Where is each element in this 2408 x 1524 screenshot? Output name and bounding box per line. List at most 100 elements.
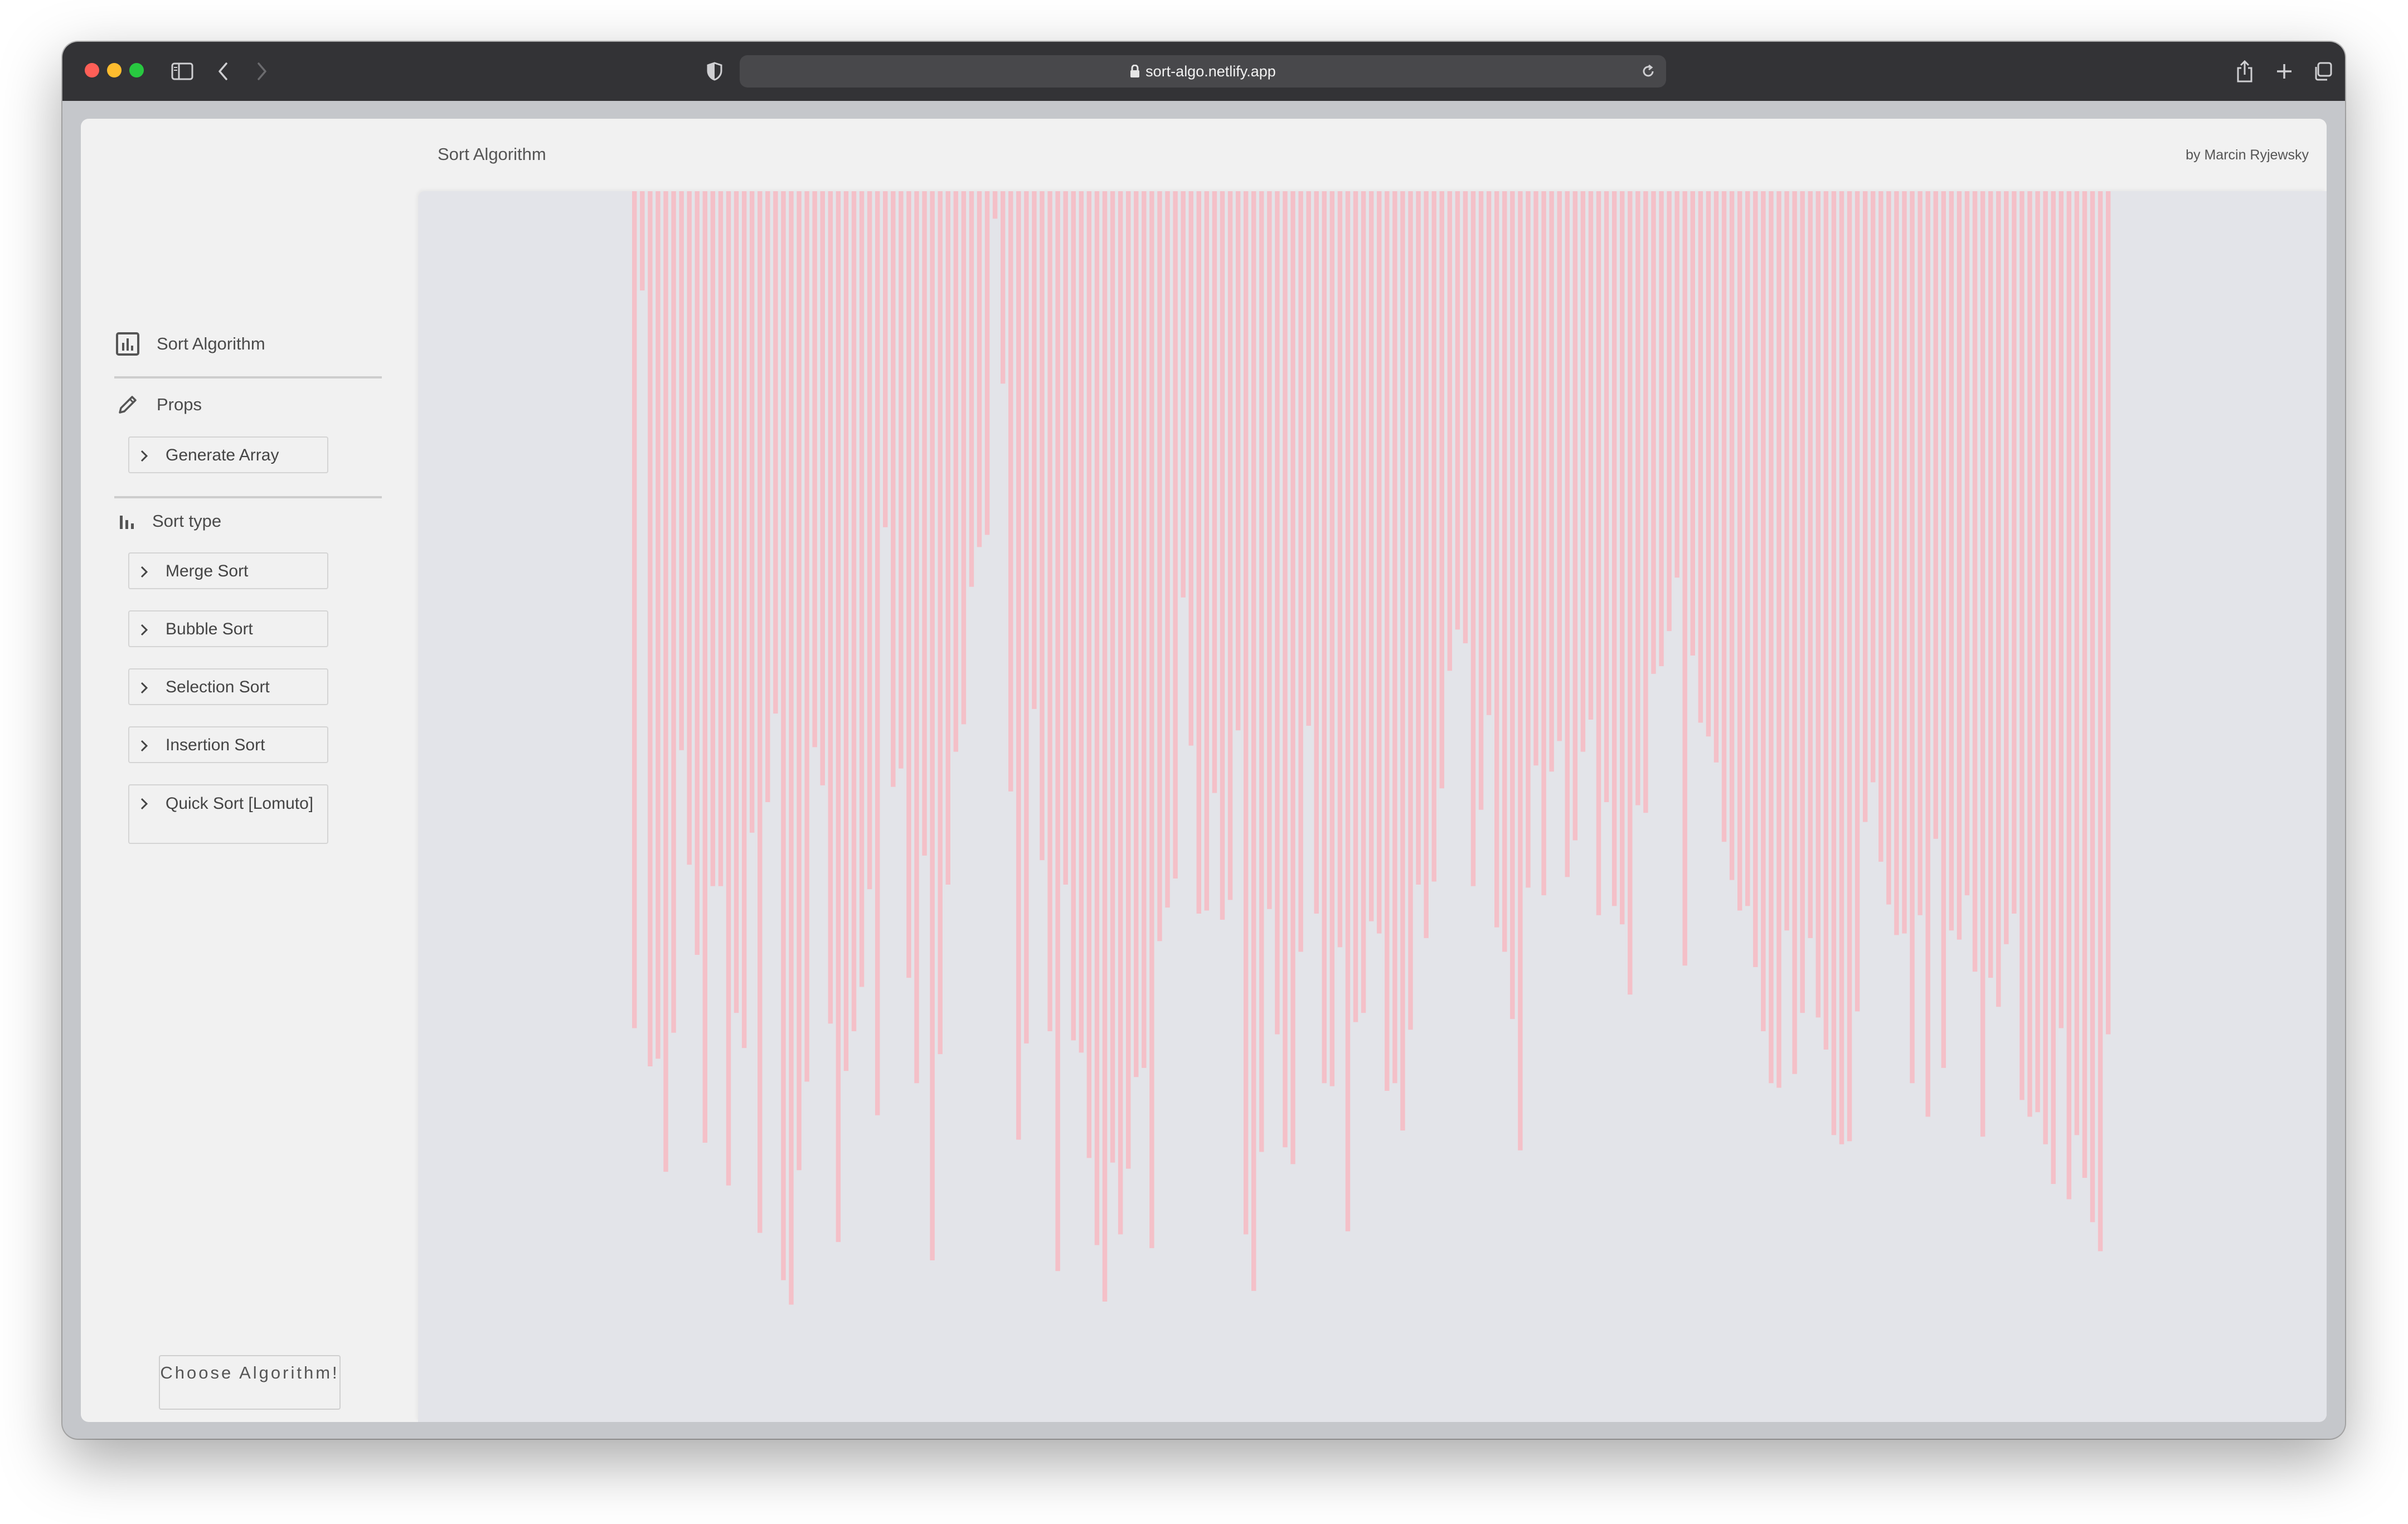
array-bar (1611, 191, 1617, 906)
array-bar (1949, 191, 1954, 931)
array-bar (1588, 191, 1594, 720)
browser-titlebar: sort-algo.netlify.app (62, 42, 2345, 101)
array-bar (1055, 191, 1060, 1271)
array-bar (1526, 191, 1531, 888)
array-bar (640, 191, 645, 291)
array-bar (1322, 191, 1327, 1084)
back-arrow-icon[interactable] (206, 42, 240, 101)
array-bar (1604, 191, 1609, 802)
array-bar (1682, 191, 1687, 966)
choose-algorithm-button[interactable]: Choose Algorithm! (159, 1355, 341, 1410)
array-bar (1220, 191, 1225, 920)
array-bar (1079, 191, 1084, 1053)
array-bar (1957, 191, 1962, 940)
array-bar (1447, 191, 1453, 671)
array-bar (1706, 191, 1711, 737)
array-bar (1134, 191, 1139, 1078)
new-tab-icon[interactable] (2268, 42, 2301, 101)
merge-sort-button[interactable]: Merge Sort (128, 552, 328, 589)
array-bar (1886, 191, 1891, 905)
array-bar (2012, 191, 2017, 914)
selection-sort-button[interactable]: Selection Sort (128, 668, 328, 705)
array-bar (749, 191, 755, 833)
zoom-window-button[interactable] (129, 63, 144, 77)
array-bar (797, 191, 802, 1171)
array-bar (1392, 191, 1397, 1084)
chevron-right-icon (137, 564, 151, 578)
array-bar (1635, 191, 1640, 805)
array-bar (1792, 191, 1797, 1074)
array-bar (1290, 191, 1295, 1164)
array-bar (1353, 191, 1358, 1022)
array-bar (1494, 191, 1499, 928)
array-bar (679, 191, 684, 750)
array-bar (1980, 191, 1985, 1137)
array-bar (1024, 191, 1029, 1043)
array-bar (1298, 191, 1303, 952)
array-bar (1086, 191, 1092, 1158)
bubble-sort-button[interactable]: Bubble Sort (128, 610, 328, 647)
privacy-shield-icon[interactable] (698, 42, 731, 101)
array-bar (867, 191, 872, 890)
sidebar-toggle-icon[interactable] (166, 42, 199, 101)
reload-icon[interactable] (1640, 64, 1656, 82)
array-bar (1533, 191, 1538, 766)
sidebar-brand[interactable]: Sort Algorithm (114, 327, 265, 361)
array-bar (1674, 191, 1679, 578)
array-bar (1769, 191, 1774, 1084)
equalizer-icon (114, 508, 141, 535)
array-bar (1941, 191, 1946, 1068)
array-bar (1377, 191, 1382, 934)
array-bar (1620, 191, 1625, 925)
page-viewport: Sort Algorithm by Marcin Ryjewsky Sort A… (81, 119, 2327, 1422)
array-bar (1204, 191, 1210, 911)
array-bar (922, 191, 927, 856)
array-bar (702, 191, 708, 1143)
array-bar (1110, 191, 1115, 1163)
array-bar (1572, 191, 1578, 841)
array-bar (859, 191, 865, 987)
array-bar (1690, 191, 1696, 656)
array-bar (804, 191, 809, 1082)
array-bar (1431, 191, 1436, 882)
quick-sort-button[interactable]: Quick Sort [Lomuto] (128, 784, 328, 844)
sort-visualization-canvas (418, 191, 2327, 1422)
minimize-window-button[interactable] (107, 63, 122, 77)
array-bar (812, 191, 817, 748)
page-title: Sort Algorithm (438, 144, 546, 164)
close-window-button[interactable] (85, 63, 99, 77)
sidebar: Sort Algorithm Props Generate Array Sort… (81, 190, 417, 1422)
array-bar (984, 191, 990, 535)
address-bar[interactable]: sort-algo.netlify.app (740, 55, 1666, 88)
array-bar (1518, 191, 1523, 1151)
chevron-right-icon (137, 680, 151, 694)
array-bar (875, 191, 880, 1115)
array-bar (1267, 191, 1272, 909)
array-bar (1713, 191, 1719, 763)
array-bar (961, 191, 967, 725)
array-bar (2051, 191, 2056, 1184)
forward-arrow-icon[interactable] (245, 42, 279, 101)
array-bar (2082, 191, 2087, 1178)
array-bar (710, 191, 716, 886)
array-bar (1917, 191, 1922, 915)
share-icon[interactable] (2228, 42, 2261, 101)
generate-array-button[interactable]: Generate Array (128, 436, 328, 473)
array-bar (828, 191, 833, 1024)
array-bar (820, 191, 825, 785)
array-bar (1032, 191, 1037, 709)
chevron-right-icon (137, 622, 151, 636)
array-bar (1385, 191, 1390, 1091)
array-bar (1345, 191, 1351, 1231)
tab-overview-icon[interactable] (2306, 42, 2339, 101)
sort-type-label: Sort type (152, 511, 222, 531)
array-bar (1486, 191, 1492, 715)
sort-type-section: Sort type (114, 504, 221, 538)
lock-icon (1130, 57, 1140, 89)
array-bar (1854, 191, 1860, 1012)
insertion-sort-button[interactable]: Insertion Sort (128, 726, 328, 763)
array-bar (1416, 191, 1421, 885)
array-bar (1181, 191, 1186, 598)
array-bar (1142, 191, 1147, 1068)
array-bar (718, 191, 724, 886)
